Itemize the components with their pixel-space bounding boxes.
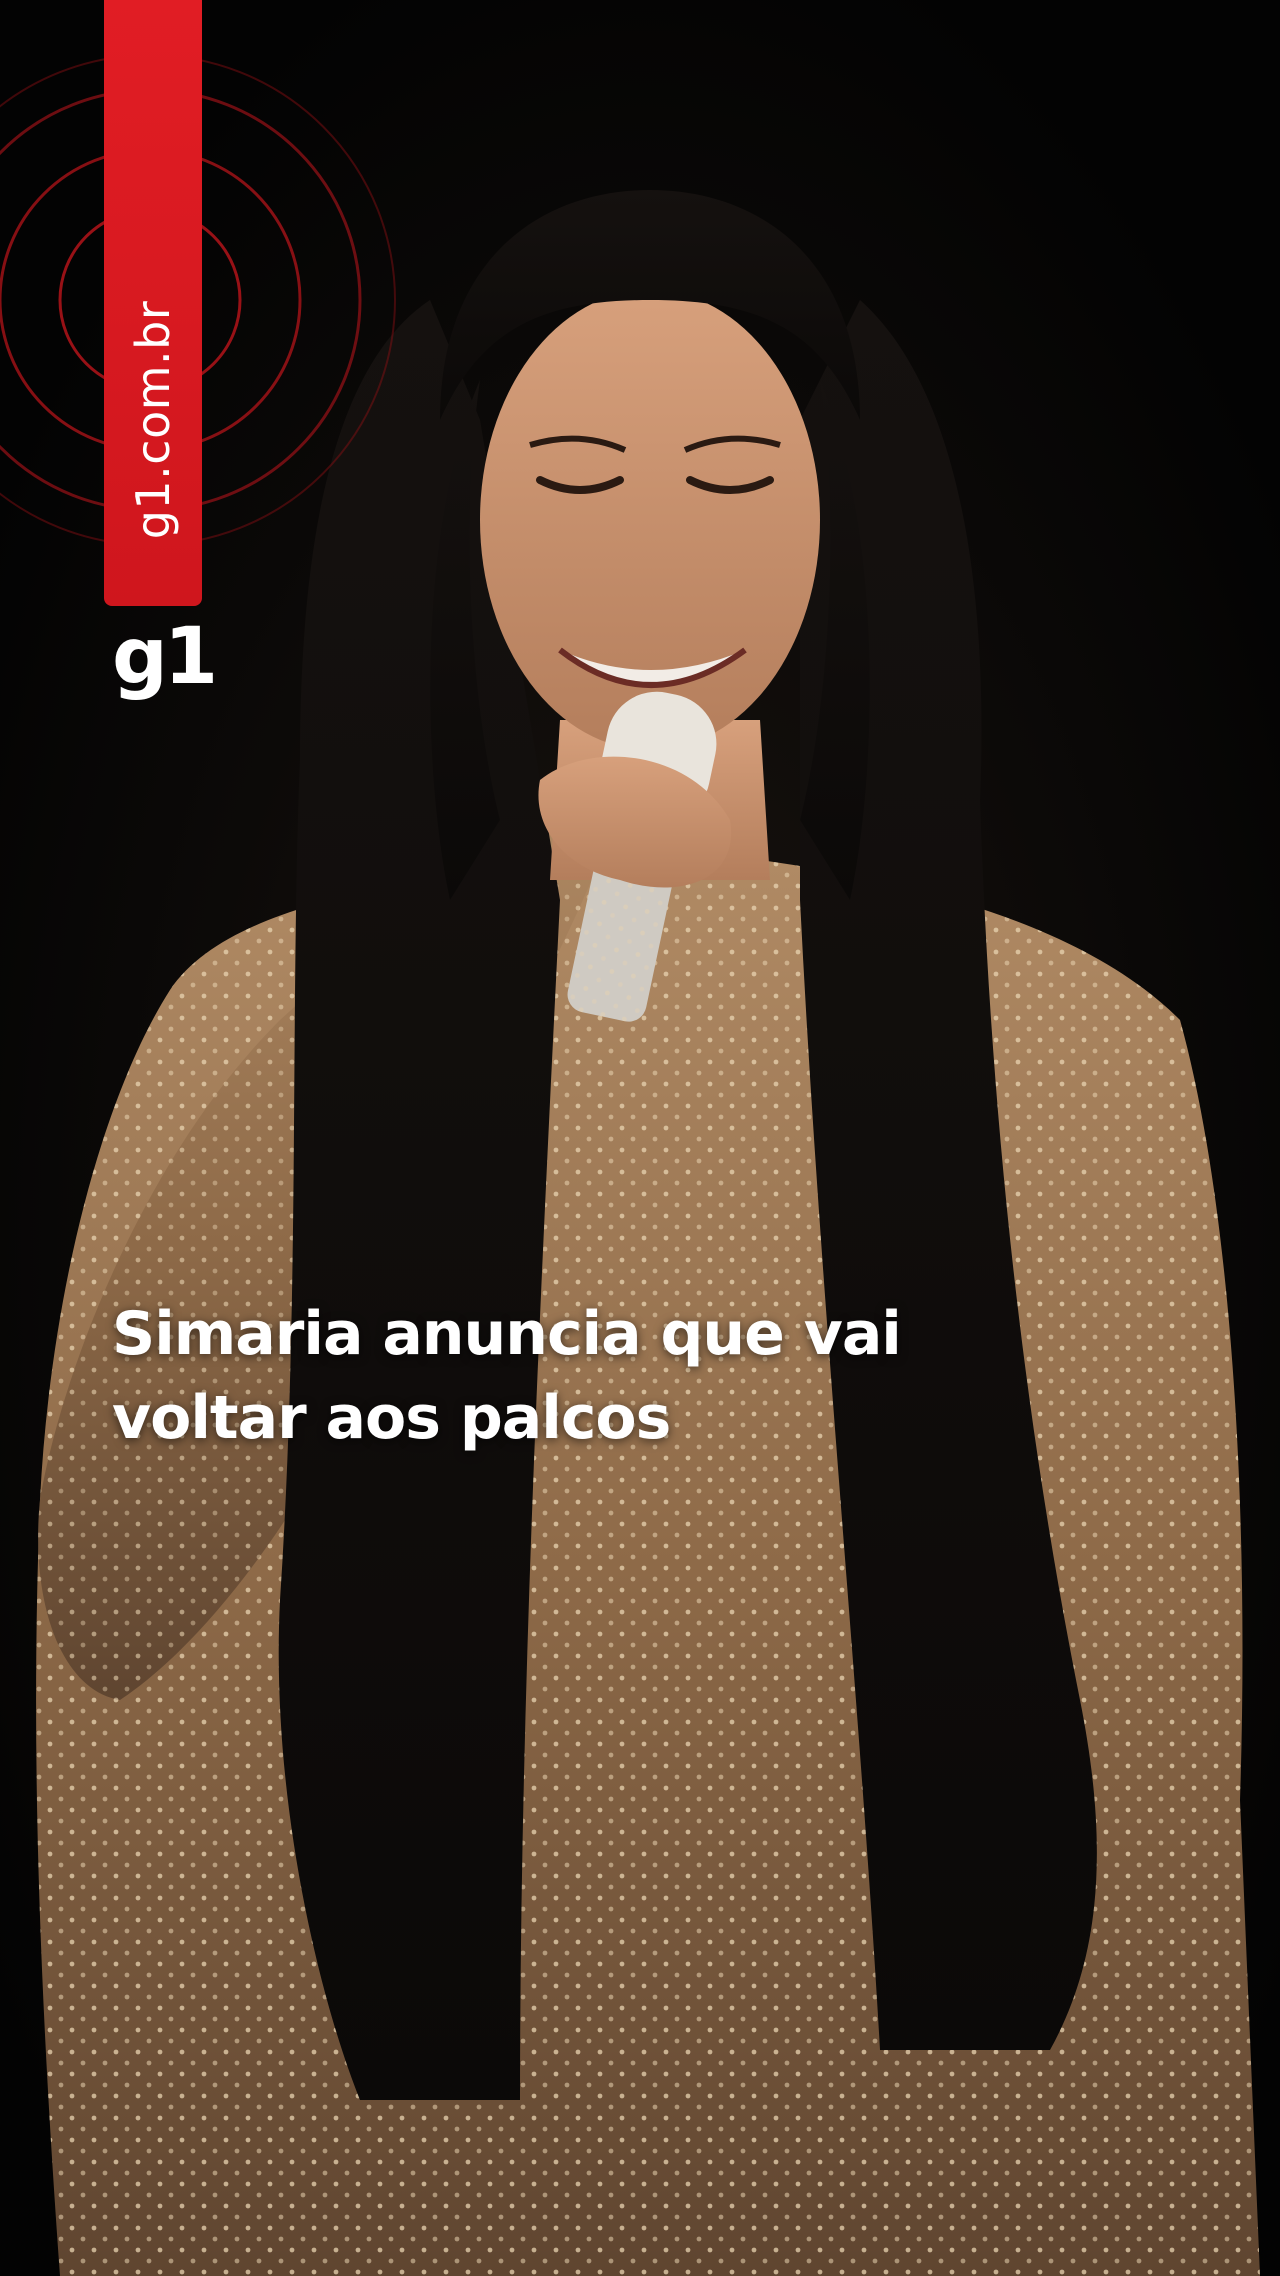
radio-waves-icon bbox=[0, 54, 396, 546]
g1-logo: g1 bbox=[112, 612, 218, 702]
headline: Simaria anuncia que vai voltar aos palco… bbox=[112, 1292, 1162, 1460]
headline-line-1: Simaria anuncia que vai bbox=[112, 1299, 902, 1369]
headline-line-2: voltar aos palcos bbox=[112, 1383, 671, 1453]
video-frame: g1.com.br g1 Simaria anuncia que vai vol… bbox=[0, 0, 1280, 2276]
site-url: g1.com.br bbox=[126, 300, 180, 540]
